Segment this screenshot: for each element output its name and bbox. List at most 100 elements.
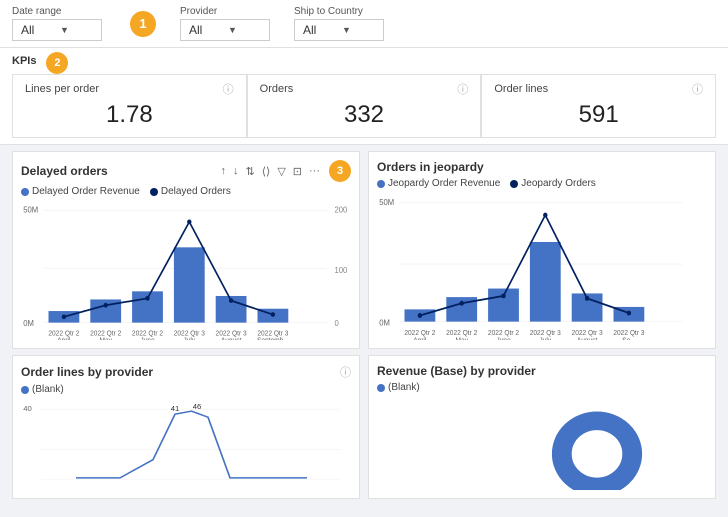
- date-range-select[interactable]: All ▼: [12, 19, 102, 41]
- date-range-value: All: [21, 23, 54, 37]
- kpi-label-0: Lines per order: [25, 83, 99, 95]
- donut-ring: [562, 421, 632, 487]
- jeopardy-orders-legend: Jeopardy Order Revenue Jeopardy Orders: [377, 178, 707, 189]
- legend-label-jeopardy-revenue: Jeopardy Order Revenue: [388, 178, 500, 189]
- legend-label-orders: Delayed Orders: [161, 186, 231, 197]
- ship-to-country-label: Ship to Country: [294, 6, 384, 17]
- jpoint-2: [460, 301, 464, 306]
- svg-text:41: 41: [171, 404, 180, 413]
- svg-text:2022 Qtr 2: 2022 Qtr 2: [404, 330, 435, 337]
- svg-text:0: 0: [335, 319, 340, 328]
- ship-to-country-value: All: [303, 23, 336, 37]
- jpoint-1: [418, 313, 422, 318]
- ship-to-country-filter: Ship to Country All ▼: [294, 6, 384, 41]
- info-icon-2[interactable]: ⓘ: [692, 81, 703, 97]
- svg-text:June: June: [496, 337, 510, 340]
- sort-asc-btn[interactable]: ↑: [219, 164, 229, 178]
- svg-text:40: 40: [23, 404, 32, 413]
- order-lines-legend: (Blank): [21, 384, 351, 395]
- jeopardy-orders-title: Orders in jeopardy: [377, 160, 484, 174]
- svg-text:April: April: [57, 337, 71, 340]
- revenue-provider-chart: [377, 397, 707, 490]
- provider-filter: Provider All ▼: [180, 6, 270, 41]
- legend-blank-revenue: (Blank): [377, 382, 420, 393]
- jpoint-3: [501, 293, 505, 298]
- svg-text:August: August: [577, 337, 598, 340]
- svg-text:2022 Qtr 3: 2022 Qtr 3: [613, 330, 644, 337]
- kpi-cards: Lines per order ⓘ 1.78 Orders ⓘ 332 Orde…: [12, 74, 716, 138]
- ship-to-country-select[interactable]: All ▼: [294, 19, 384, 41]
- revenue-legend: (Blank): [377, 382, 707, 393]
- kpi-card-orders: Orders ⓘ 332: [247, 74, 482, 138]
- point-2: [104, 303, 108, 308]
- svg-text:0M: 0M: [379, 318, 390, 327]
- svg-text:50M: 50M: [23, 205, 38, 214]
- legend-dot-jeopardy-revenue: [377, 180, 385, 188]
- kpi-card-order-lines: Order lines ⓘ 591: [481, 74, 716, 138]
- kpi-value-2: 591: [579, 101, 619, 129]
- more-btn[interactable]: ···: [307, 164, 322, 178]
- order-lines-provider-chart: 40 41 46: [21, 399, 351, 490]
- point-4: [187, 220, 191, 225]
- jeopardy-orders-panel: Orders in jeopardy Jeopardy Order Revenu…: [368, 151, 716, 349]
- svg-text:2022 Qtr 2: 2022 Qtr 2: [488, 330, 519, 337]
- provider-select[interactable]: All ▼: [180, 19, 270, 41]
- revenue-provider-header: Revenue (Base) by provider: [377, 364, 707, 378]
- legend-label-revenue: Delayed Order Revenue: [32, 186, 140, 197]
- order-lines-provider-header: Order lines by provider ⓘ: [21, 364, 351, 380]
- jpoint-6: [627, 311, 631, 316]
- revenue-provider-panel: Revenue (Base) by provider (Blank): [368, 355, 716, 499]
- legend-jeopardy-revenue: Jeopardy Order Revenue: [377, 178, 500, 189]
- ship-to-country-chevron: ▼: [342, 25, 375, 35]
- svg-text:July: July: [183, 337, 195, 340]
- point-6: [271, 312, 275, 317]
- jeopardy-orders-svg: 50M 0M 2022 Qtr 2 April: [377, 193, 707, 340]
- svg-text:Septemb...: Septemb...: [257, 337, 289, 340]
- point-1: [62, 315, 66, 320]
- legend-delayed-revenue: Delayed Order Revenue: [21, 186, 140, 197]
- kpi-label-2: Order lines: [494, 83, 548, 95]
- svg-text:200: 200: [335, 205, 348, 214]
- delayed-orders-title: Delayed orders: [21, 164, 108, 178]
- legend-dot-jeopardy-orders: [510, 180, 518, 188]
- delayed-orders-actions: ↑ ↓ ⇅ ⟨⟩ ▽ ⊡ ··· 3: [219, 160, 352, 182]
- kpi-value-0: 1.78: [106, 101, 153, 129]
- delayed-orders-header: Delayed orders ↑ ↓ ⇅ ⟨⟩ ▽ ⊡ ··· 3: [21, 160, 351, 182]
- delayed-orders-chart: 50M 0M 200 100 0: [21, 201, 351, 340]
- point-3: [145, 296, 149, 301]
- kpi-card-lines-per-order: Lines per order ⓘ 1.78: [12, 74, 247, 138]
- bottom-charts-row: Order lines by provider ⓘ (Blank) 40 41 …: [0, 355, 728, 505]
- kpi-title: KPIs: [12, 55, 36, 67]
- filter-btn[interactable]: ▽: [275, 164, 287, 179]
- kpi-section: KPIs 2 Lines per order ⓘ 1.78 Orders ⓘ 3…: [0, 48, 728, 145]
- kpi-value-1: 332: [344, 101, 384, 129]
- svg-text:August: August: [221, 337, 242, 340]
- sort-both-btn[interactable]: ⟨⟩: [260, 164, 273, 179]
- info-icon-0[interactable]: ⓘ: [223, 81, 234, 97]
- date-range-chevron: ▼: [60, 25, 93, 35]
- sort-pause-btn[interactable]: ⇅: [244, 164, 257, 179]
- provider-line: [76, 411, 307, 478]
- point-5: [229, 298, 233, 303]
- jeopardy-orders-chart: 50M 0M 2022 Qtr 2 April: [377, 193, 707, 340]
- legend-dot-revenue-provider: [377, 384, 385, 392]
- legend-label-jeopardy-orders: Jeopardy Orders: [521, 178, 595, 189]
- sort-desc-btn[interactable]: ↓: [231, 164, 241, 178]
- jbar-4: [530, 242, 561, 322]
- legend-dot-orders: [150, 188, 158, 196]
- date-range-filter: Date range All ▼: [12, 6, 102, 41]
- badge-3: 3: [329, 160, 351, 182]
- legend-label-provider: (Blank): [32, 384, 64, 395]
- order-lines-info-icon[interactable]: ⓘ: [340, 364, 351, 380]
- svg-text:July: July: [539, 337, 551, 340]
- badge-2: 2: [46, 52, 68, 74]
- delayed-orders-panel: Delayed orders ↑ ↓ ⇅ ⟨⟩ ▽ ⊡ ··· 3 Delaye…: [12, 151, 360, 349]
- svg-text:Se...: Se...: [622, 337, 636, 340]
- expand-btn[interactable]: ⊡: [291, 164, 304, 179]
- svg-text:May: May: [99, 337, 112, 340]
- svg-text:0M: 0M: [23, 319, 34, 328]
- info-icon-1[interactable]: ⓘ: [457, 81, 468, 97]
- badge-1: 1: [130, 11, 156, 37]
- date-range-label: Date range: [12, 6, 102, 17]
- svg-text:June: June: [140, 337, 155, 340]
